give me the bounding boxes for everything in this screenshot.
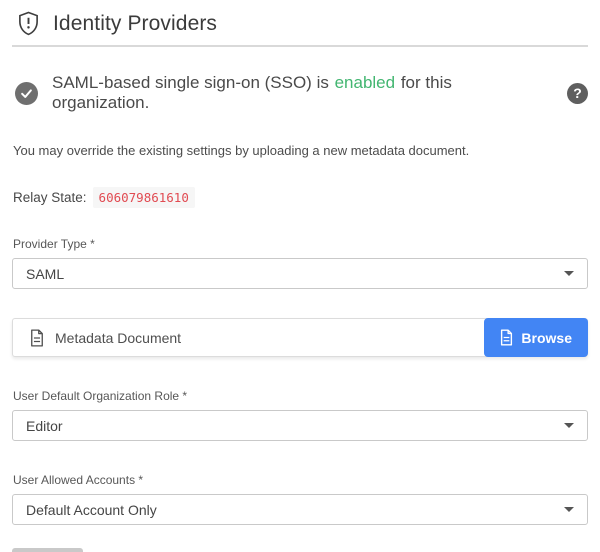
browse-button[interactable]: Browse bbox=[484, 318, 588, 357]
check-circle-icon bbox=[15, 82, 38, 105]
default-role-label: User Default Organization Role * bbox=[12, 389, 588, 403]
default-role-value: Editor bbox=[26, 418, 63, 434]
provider-type-label: Provider Type * bbox=[12, 237, 588, 251]
sso-status-text-before: SAML-based single sign-on (SSO) is bbox=[52, 73, 329, 92]
provider-type-select[interactable]: SAML bbox=[12, 258, 588, 289]
shield-exclamation-icon bbox=[17, 11, 40, 36]
default-role-group: User Default Organization Role * Editor bbox=[12, 389, 588, 441]
relay-state-row: Relay State: 606079861610 bbox=[12, 187, 588, 208]
page-header: Identity Providers bbox=[12, 0, 588, 47]
provider-type-value: SAML bbox=[26, 266, 64, 282]
browse-button-label: Browse bbox=[521, 330, 572, 346]
override-note: You may override the existing settings b… bbox=[12, 143, 588, 158]
identity-providers-page: Identity Providers SAML-based single sig… bbox=[0, 0, 600, 552]
page-title: Identity Providers bbox=[53, 12, 217, 36]
chevron-down-icon bbox=[564, 271, 574, 276]
chevron-down-icon bbox=[564, 507, 574, 512]
allowed-accounts-label: User Allowed Accounts * bbox=[12, 473, 588, 487]
allowed-accounts-select[interactable]: Default Account Only bbox=[12, 494, 588, 525]
allowed-accounts-value: Default Account Only bbox=[26, 502, 157, 518]
save-button[interactable]: Save bbox=[12, 548, 83, 552]
default-role-select[interactable]: Editor bbox=[12, 410, 588, 441]
chevron-down-icon bbox=[564, 423, 574, 428]
relay-state-value: 606079861610 bbox=[93, 187, 195, 208]
file-icon bbox=[30, 329, 44, 347]
sso-status-text: SAML-based single sign-on (SSO) is enabl… bbox=[52, 73, 553, 113]
help-icon[interactable]: ? bbox=[567, 83, 588, 104]
provider-type-group: Provider Type * SAML bbox=[12, 237, 588, 289]
sso-status-row: SAML-based single sign-on (SSO) is enabl… bbox=[12, 73, 588, 113]
relay-state-label: Relay State: bbox=[13, 190, 87, 205]
file-upload-icon bbox=[500, 329, 513, 346]
metadata-document-placeholder: Metadata Document bbox=[55, 330, 181, 346]
sso-status-state: enabled bbox=[335, 73, 396, 92]
metadata-document-upload[interactable]: Metadata Document Browse bbox=[12, 318, 588, 357]
allowed-accounts-group: User Allowed Accounts * Default Account … bbox=[12, 473, 588, 525]
